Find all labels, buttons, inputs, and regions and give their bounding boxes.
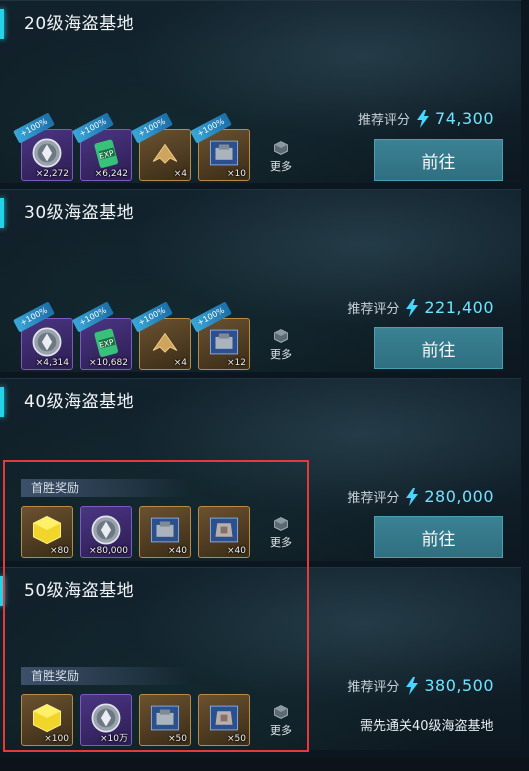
exp-potion-icon — [89, 136, 123, 170]
item-count: ×40 — [168, 546, 187, 556]
reward-item[interactable]: ×40 — [139, 506, 191, 558]
item-count: ×80,000 — [88, 546, 128, 556]
reward-item[interactable]: ×40 — [198, 506, 250, 558]
silver-medal-icon — [89, 701, 123, 735]
item-count: ×10万 — [100, 734, 128, 744]
item-count: ×10 — [227, 169, 246, 179]
more-label: 更多 — [270, 348, 292, 361]
reward-item[interactable]: ×10万 — [80, 694, 132, 746]
rating-label: 推荐评分 — [347, 302, 400, 317]
reward-item[interactable]: ×80,000 — [80, 506, 132, 558]
armor-blueprint-icon — [207, 513, 241, 547]
more-label: 更多 — [270, 536, 292, 549]
silver-medal-icon — [30, 325, 64, 359]
reward-item[interactable]: ×100 — [21, 694, 73, 746]
armor-blueprint-icon — [207, 701, 241, 735]
item-count: ×6,242 — [94, 169, 128, 179]
fighter-ship-icon — [148, 136, 182, 170]
cube-icon — [273, 704, 289, 720]
cube-icon — [273, 140, 289, 156]
reward-item[interactable]: ×50 — [139, 694, 191, 746]
item-count: ×4,314 — [35, 358, 69, 368]
go-button[interactable]: 前往 — [374, 139, 503, 181]
reward-items: ×100 ×10万 ×50 ×50 — [21, 694, 257, 746]
recommended-rating: 推荐评分 74,300 — [358, 109, 494, 128]
reward-item[interactable]: +100% ×4 — [131, 301, 191, 370]
first-win-reward-label: 首胜奖励 — [21, 479, 191, 497]
lightning-icon — [405, 677, 419, 695]
base-panel-50: 50级海盗基地 首胜奖励 ×100 ×10万 ×50 ×50 更多 推荐评分 3… — [0, 567, 521, 750]
exp-potion-icon — [89, 325, 123, 359]
base-panel-30: 30级海盗基地 +100% ×4,314 +100% ×10,682 +100%… — [0, 189, 521, 372]
panel-title: 40级海盗基地 — [24, 392, 135, 412]
base-panel-40: 40级海盗基地 首胜奖励 ×80 ×80,000 ×40 ×40 更多 推荐评分… — [0, 378, 521, 561]
turret-blueprint-icon — [207, 136, 241, 170]
silver-medal-icon — [89, 513, 123, 547]
lightning-icon — [405, 488, 419, 506]
bottom-strip — [0, 757, 529, 771]
gold-cube-icon — [30, 701, 64, 735]
reward-item[interactable]: +100% ×10 — [190, 112, 250, 181]
first-win-reward-label: 首胜奖励 — [21, 667, 191, 685]
panel-accent-bar — [0, 576, 4, 606]
rating-label: 推荐评分 — [347, 491, 400, 506]
rating-value: 380,500 — [424, 676, 494, 695]
reward-item[interactable]: ×50 — [198, 694, 250, 746]
rating-value: 74,300 — [435, 109, 494, 128]
rating-value: 221,400 — [424, 298, 494, 317]
reward-items: +100% ×4,314 +100% ×10,682 +100% ×4 +100… — [13, 301, 257, 370]
go-button[interactable]: 前往 — [374, 516, 503, 558]
item-count: ×40 — [227, 546, 246, 556]
item-count: ×80 — [50, 546, 69, 556]
turret-blueprint-icon — [148, 513, 182, 547]
lightning-icon — [416, 110, 430, 128]
turret-blueprint-icon — [148, 701, 182, 735]
reward-item[interactable]: +100% ×2,272 — [13, 112, 73, 181]
base-panel-20: 20级海盗基地 +100% ×2,272 +100% ×6,242 +100% … — [0, 0, 521, 183]
item-count: ×2,272 — [35, 169, 69, 179]
rating-value: 280,000 — [424, 487, 494, 506]
reward-item[interactable]: ×80 — [21, 506, 73, 558]
item-count: ×50 — [168, 734, 187, 744]
panel-accent-bar — [0, 9, 4, 39]
cube-icon — [273, 516, 289, 532]
turret-blueprint-icon — [207, 325, 241, 359]
more-rewards-button[interactable]: 更多 — [266, 516, 296, 550]
reward-items: +100% ×2,272 +100% ×6,242 +100% ×4 +100%… — [13, 112, 257, 181]
more-label: 更多 — [270, 160, 292, 173]
reward-item[interactable]: +100% ×10,682 — [72, 301, 132, 370]
panel-title: 20级海盗基地 — [24, 14, 135, 34]
silver-medal-icon — [30, 136, 64, 170]
unlock-requirement: 需先通关40级海盗基地 — [360, 719, 494, 734]
item-count: ×4 — [173, 169, 187, 179]
reward-item[interactable]: +100% ×4,314 — [13, 301, 73, 370]
recommended-rating: 推荐评分 221,400 — [347, 298, 494, 317]
go-button[interactable]: 前往 — [374, 327, 503, 369]
lightning-icon — [405, 299, 419, 317]
panel-accent-bar — [0, 387, 4, 417]
item-count: ×50 — [227, 734, 246, 744]
reward-item[interactable]: +100% ×4 — [131, 112, 191, 181]
panel-title: 50级海盗基地 — [24, 581, 135, 601]
panel-title: 30级海盗基地 — [24, 203, 135, 223]
reward-items: ×80 ×80,000 ×40 ×40 — [21, 506, 257, 558]
item-count: ×100 — [44, 734, 69, 744]
rating-label: 推荐评分 — [347, 680, 400, 695]
more-rewards-button[interactable]: 更多 — [266, 140, 296, 174]
fighter-ship-icon — [148, 325, 182, 359]
reward-item[interactable]: +100% ×12 — [190, 301, 250, 370]
reward-item[interactable]: +100% ×6,242 — [72, 112, 132, 181]
cube-icon — [273, 328, 289, 344]
more-label: 更多 — [270, 724, 292, 737]
item-count: ×12 — [227, 358, 246, 368]
recommended-rating: 推荐评分 280,000 — [347, 487, 494, 506]
item-count: ×4 — [173, 358, 187, 368]
more-rewards-button[interactable]: 更多 — [266, 704, 296, 738]
item-count: ×10,682 — [88, 358, 128, 368]
panel-accent-bar — [0, 198, 4, 228]
recommended-rating: 推荐评分 380,500 — [347, 676, 494, 695]
gold-cube-icon — [30, 513, 64, 547]
more-rewards-button[interactable]: 更多 — [266, 328, 296, 362]
rating-label: 推荐评分 — [358, 113, 411, 128]
